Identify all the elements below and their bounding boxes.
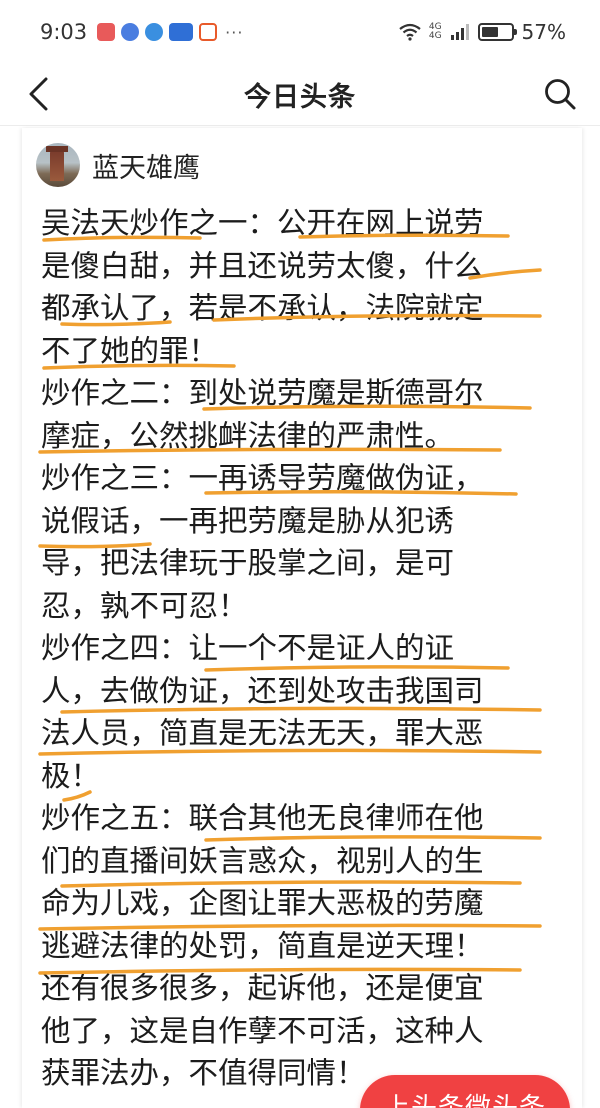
text-line: 炒作之四：让一个不是证人的证 — [41, 631, 455, 665]
text-line: 们的直播间妖言惑众，视别人的生 — [41, 843, 484, 878]
text-line: 是傻白甜，并且还说劳太傻，什么 — [41, 248, 484, 283]
search-button[interactable] — [540, 74, 580, 114]
status-bar: 9:03 ··· 4G 4G 57% — [0, 0, 600, 64]
chevron-left-icon — [29, 77, 48, 111]
battery-icon — [477, 23, 517, 41]
text-line: 他了，这是自作孽不可活，这种人 — [41, 1013, 484, 1048]
news-app-icon — [169, 23, 194, 41]
screen: 9:03 ··· 4G 4G 57% 今日头条 蓝天雄鹰 吴法天炒作之一：公开在… — [0, 0, 600, 1108]
post-text: 吴法天炒作之一：公开在网上说劳 是傻白甜，并且还说劳太傻，什么 都承认了，若是不承认… — [41, 202, 571, 1095]
page-title: 今日头条 — [244, 82, 356, 113]
wifi-icon — [399, 23, 421, 41]
status-left: 9:03 ··· — [40, 20, 243, 44]
text-line: 都承认了，若是不承认，法院就定 — [41, 291, 484, 325]
text-line: 极！ — [41, 758, 101, 793]
browser-app-icon — [145, 23, 164, 41]
back-button[interactable] — [18, 74, 58, 114]
top-nav-bar: 今日头条 — [0, 64, 600, 126]
signal-icon — [450, 24, 469, 40]
status-right: 4G 4G 57% — [399, 20, 566, 44]
text-line: 炒作之五：联合其他无良律师在他 — [41, 801, 484, 835]
text-line: 人，去做伪证，还到处攻击我国司 — [41, 673, 484, 708]
network-type: 4G 4G — [429, 23, 442, 41]
shop-app-icon — [199, 23, 218, 41]
text-line: 逃避法律的处罚，简直是逆天理！ — [41, 928, 484, 963]
battery-percent: 57% — [521, 20, 566, 44]
status-time: 9:03 — [40, 20, 88, 44]
author-name[interactable]: 蓝天雄鹰 — [92, 146, 200, 185]
text-line: 还有很多很多，起诉他，还是便宜 — [41, 971, 484, 1005]
battery-level — [481, 27, 498, 37]
text-line: 忍，孰不可忍！ — [41, 588, 248, 623]
text-line: 摩症，公然挑衅法律的严肃性。 — [41, 418, 455, 453]
text-line: 炒作之三：一再诱导劳魔做伪证， — [41, 461, 484, 495]
text-line: 命为儿戏，企图让罪大恶极的劳魔 — [41, 886, 484, 920]
avatar-tower-image — [46, 146, 68, 181]
author-row[interactable]: 蓝天雄鹰 — [36, 143, 200, 187]
text-line: 法人员，简直是无法无天，罪大恶 — [41, 716, 484, 750]
post-card: 蓝天雄鹰 吴法天炒作之一：公开在网上说劳 是傻白甜，并且还说劳太傻，什么 都承认了，… — [22, 128, 582, 1108]
calendar-app-icon — [97, 23, 116, 41]
search-icon — [545, 79, 576, 110]
music-app-icon — [121, 23, 140, 41]
text-line: 吴法天炒作之一：公开在网上说劳 — [41, 206, 484, 240]
text-line: 导，把法律玩于股掌之间，是可 — [41, 546, 455, 580]
text-line: 不了她的罪！ — [41, 333, 219, 368]
network-label-bottom: 4G — [428, 31, 442, 41]
publish-weitoutiao-button[interactable]: 上头条微头条 — [360, 1075, 570, 1108]
text-line: 说假话，一再把劳魔是胁从犯诱 — [41, 503, 455, 538]
avatar[interactable] — [36, 143, 80, 187]
text-line: 炒作之二：到处说劳魔是斯德哥尔 — [41, 376, 484, 410]
more-notifications-icon: ··· — [225, 22, 244, 42]
